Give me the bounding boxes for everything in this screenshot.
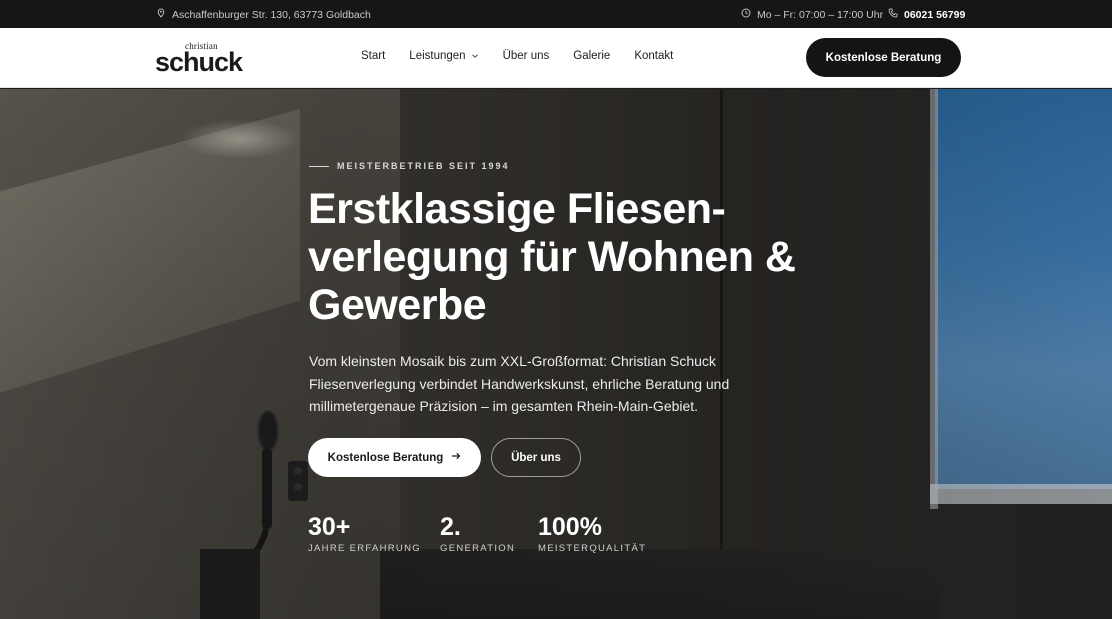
- hero-section: MEISTERBETRIEB SEIT 1994 Erstklassige Fl…: [0, 89, 1112, 619]
- hours-text: Mo – Fr: 07:00 – 17:00 Uhr: [757, 8, 884, 21]
- hero-title: Erstklassige Fliesen-verlegung für Wohne…: [308, 185, 796, 329]
- hero-about-button[interactable]: Über uns: [491, 438, 581, 477]
- address-info: Aschaffenburger Str. 130, 63773 Goldbach: [156, 8, 371, 21]
- stat-generation-value: 2.: [440, 513, 461, 541]
- address-text: Aschaffenburger Str. 130, 63773 Goldbach: [172, 8, 371, 21]
- phone-link[interactable]: 06021 56799: [888, 8, 965, 21]
- main-menu: Start Leistungen Über uns Galerie Kontak…: [361, 50, 673, 62]
- eyebrow-text: MEISTERBETRIEB SEIT 1994: [337, 161, 510, 171]
- stat-experience-label: JAHRE ERFAHRUNG: [308, 543, 421, 554]
- stat-experience: 30+ JAHRE ERFAHRUNG: [308, 513, 421, 554]
- hero-eyebrow: MEISTERBETRIEB SEIT 1994: [309, 161, 510, 171]
- nav-item-ueber-uns[interactable]: Über uns: [503, 50, 550, 62]
- nav-item-kontakt[interactable]: Kontakt: [634, 50, 673, 62]
- nav-item-leistungen[interactable]: Leistungen: [409, 50, 478, 62]
- top-info-bar: Aschaffenburger Str. 130, 63773 Goldbach…: [0, 0, 1112, 28]
- hero-lead-text: Vom kleinsten Mosaik bis zum XXL-Großfor…: [309, 353, 730, 414]
- hero-consultation-button[interactable]: Kostenlose Beratung: [308, 438, 481, 477]
- opening-hours: Mo – Fr: 07:00 – 17:00 Uhr: [741, 8, 883, 21]
- stat-generation-label: GENERATION: [440, 543, 516, 554]
- stat-quality-label: MEISTERQUALITÄT: [538, 543, 647, 554]
- eyebrow-line: [309, 165, 329, 167]
- clock-icon: [741, 8, 751, 21]
- nav-item-leistungen-label: Leistungen: [409, 50, 466, 62]
- nav-item-start[interactable]: Start: [361, 50, 385, 62]
- nav-consultation-button[interactable]: Kostenlose Beratung: [806, 38, 961, 77]
- chevron-down-icon: [471, 52, 479, 60]
- stat-experience-value: 30+: [308, 513, 351, 541]
- stat-quality: 100% MEISTERQUALITÄT: [538, 513, 646, 554]
- stat-quality-value: 100%: [538, 513, 602, 541]
- phone-icon: [888, 8, 898, 21]
- arrow-right-icon: [451, 451, 461, 464]
- logo-main-text: schuck: [155, 47, 243, 77]
- main-navbar: christian schuck Start Leistungen Über u…: [0, 28, 1112, 88]
- hero-consultation-label: Kostenlose Beratung: [327, 451, 444, 464]
- stat-generation: 2. GENERATION: [440, 513, 515, 554]
- company-logo[interactable]: christian schuck: [155, 40, 245, 77]
- phone-number[interactable]: 06021 56799: [904, 9, 965, 21]
- location-pin-icon: [156, 8, 166, 21]
- nav-item-galerie[interactable]: Galerie: [573, 50, 610, 62]
